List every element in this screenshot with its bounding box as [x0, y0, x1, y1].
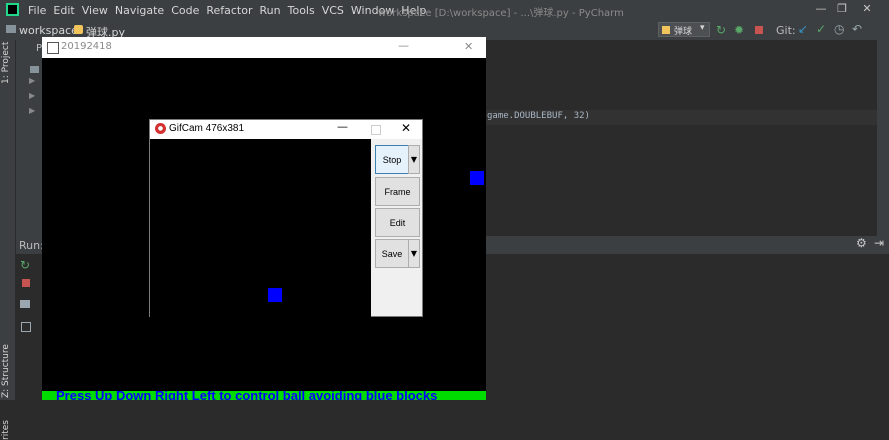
code-line: game.DOUBLEBUF, 32) — [487, 111, 590, 121]
expand-arrow-icon[interactable]: ▶ — [29, 76, 35, 85]
frame-button[interactable]: Frame — [375, 177, 420, 206]
stop-button[interactable]: Stop — [375, 145, 409, 174]
git-commit-icon[interactable]: ✓ — [816, 22, 826, 36]
stop-icon[interactable] — [22, 279, 30, 287]
pin-icon[interactable] — [21, 322, 31, 332]
debug-icon[interactable]: ✹ — [734, 23, 744, 37]
pygame-icon — [47, 42, 59, 54]
close-icon[interactable]: ✕ — [401, 121, 411, 135]
minimize-icon[interactable]: — — [398, 39, 409, 52]
menu-item-navigate[interactable]: Navigate — [115, 4, 164, 17]
stop-icon[interactable] — [755, 26, 763, 34]
blue-block — [470, 171, 484, 185]
menu-item-edit[interactable]: Edit — [53, 4, 74, 17]
layout-icon[interactable] — [20, 300, 30, 308]
ide-titlebar: File Edit View Navigate Code Refactor Run Tools… — [0, 0, 889, 20]
project-tab[interactable]: 1: Project — [1, 42, 11, 84]
run-label: Run: — [19, 239, 44, 252]
restore-icon[interactable]: ❐ — [833, 2, 851, 18]
pycharm-icon — [6, 3, 19, 16]
gifcam-icon: ● — [155, 123, 166, 134]
hide-panel-icon[interactable]: ⇥ — [874, 236, 884, 250]
minimize-icon[interactable]: — — [812, 2, 830, 18]
expand-arrow-icon[interactable]: ▶ — [29, 106, 35, 115]
instruction-banner: Press Up Down Right Left to control ball… — [42, 391, 486, 400]
gifcam-capture-area[interactable] — [150, 139, 371, 317]
folder-icon — [6, 25, 16, 33]
folder-icon — [30, 66, 39, 73]
menu-item-view[interactable]: View — [82, 4, 108, 17]
menu-item-refactor[interactable]: Refactor — [206, 4, 252, 17]
python-file-icon — [74, 25, 83, 34]
history-icon[interactable]: ◷ — [834, 22, 844, 36]
git-update-icon[interactable]: ↙ — [798, 22, 808, 36]
menu-item-tools[interactable]: Tools — [288, 4, 315, 17]
rerun-icon[interactable]: ↻ — [716, 23, 726, 37]
favorites-tab[interactable]: rites — [1, 410, 11, 440]
stop-dropdown-button[interactable]: ▼ — [408, 145, 420, 174]
run-config-select[interactable]: 弹球 ▾ — [658, 22, 710, 37]
close-icon[interactable]: ✕ — [464, 40, 473, 53]
settings-gear-icon[interactable]: ⚙ — [856, 236, 867, 250]
maximize-icon — [371, 125, 381, 135]
minimize-icon[interactable]: — — [337, 120, 348, 133]
run-config-label: 弹球 — [674, 27, 693, 37]
structure-tab[interactable]: Z: Structure — [1, 344, 11, 398]
left-tool-strip: 1: Project Z: Structure rites — [0, 40, 16, 440]
save-button[interactable]: Save — [375, 239, 409, 268]
menu-item-vcs[interactable]: VCS — [322, 4, 344, 17]
menu-item-code[interactable]: Code — [171, 4, 199, 17]
blue-block — [268, 288, 282, 302]
pygame-titlebar[interactable]: 20192418 — ✕ — [42, 37, 486, 58]
rerun-icon[interactable]: ↻ — [20, 258, 30, 272]
instruction-text: Press Up Down Right Left to control ball… — [56, 391, 438, 400]
python-file-icon — [662, 26, 670, 34]
menu-bar: File Edit View Navigate Code Refactor Run Tools… — [28, 0, 433, 20]
menu-item-file[interactable]: File — [28, 4, 46, 17]
chevron-down-icon: ▾ — [700, 23, 705, 33]
pygame-title: 20192418 — [61, 41, 112, 52]
menu-item-run[interactable]: Run — [260, 4, 281, 17]
git-label: Git: — [776, 24, 796, 37]
gifcam-titlebar[interactable]: ● GifCam 476x381 — ✕ — [150, 120, 422, 139]
revert-icon[interactable]: ↶ — [852, 22, 862, 36]
gifcam-title: GifCam 476x381 — [169, 123, 245, 134]
chevron-down-icon: ▼ — [410, 249, 418, 258]
window-title: workspace [D:\workspace] - ...\弹球.py - P… — [378, 8, 624, 19]
right-tool-strip — [877, 40, 889, 236]
breadcrumb-project[interactable]: workspace — [19, 24, 78, 37]
code-editor[interactable] — [486, 58, 889, 236]
close-icon[interactable]: ✕ — [858, 2, 876, 18]
edit-button[interactable]: Edit — [375, 208, 420, 237]
expand-arrow-icon[interactable]: ▶ — [29, 91, 35, 100]
current-line-highlight: game.DOUBLEBUF, 32) — [486, 110, 889, 125]
chevron-down-icon: ▼ — [410, 155, 418, 164]
save-dropdown-button[interactable]: ▼ — [408, 239, 420, 268]
